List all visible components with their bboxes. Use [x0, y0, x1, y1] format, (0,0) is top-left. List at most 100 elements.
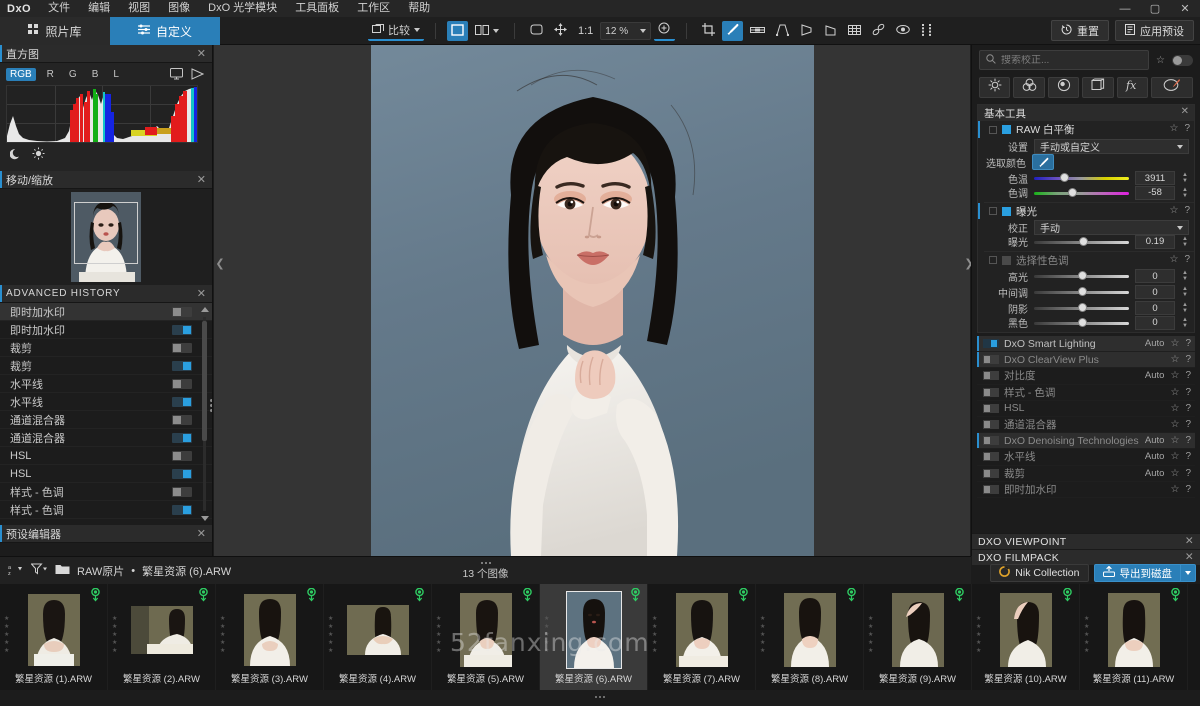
favorite-star-icon[interactable]: ☆ — [1170, 387, 1179, 398]
help-icon[interactable]: ? — [1185, 468, 1191, 479]
tool-toggle[interactable] — [983, 420, 999, 430]
tool-row-denoising[interactable]: DxO Denoising Technologies Auto ☆ ? — [977, 433, 1195, 450]
highlights-stepper[interactable]: ▲ ▼ — [1181, 270, 1189, 282]
checkbox-icon[interactable] — [989, 207, 997, 215]
favorite-star-icon[interactable]: ☆ — [1170, 419, 1179, 430]
filmstrip-item[interactable]: 繁星资源 (9).ARW ★ ★ ★ ★ ★ — [864, 584, 972, 690]
history-item[interactable]: 样式 - 色调 — [0, 501, 212, 519]
menu-item-optics[interactable]: DxO 光学模块 — [199, 0, 286, 17]
filmstrip[interactable]: 繁星资源 (1).ARW ★ ★ ★ ★ ★ 繁星资源 (2).ARW ★ ★ ★ ★ ★ 繁星… — [0, 584, 1200, 690]
category-detail-button[interactable] — [1047, 77, 1080, 98]
menu-item-edit[interactable]: 编辑 — [79, 0, 119, 17]
shadows-value[interactable]: 0 — [1135, 301, 1175, 315]
tool-row-hsl[interactable]: HSL ☆ ? — [977, 401, 1195, 417]
wb-temperature-stepper[interactable]: ▲ ▼ — [1181, 172, 1189, 184]
close-button[interactable]: ✕ — [1170, 0, 1200, 17]
tool-row-channel-mixer[interactable]: 通道混合器 ☆ ? — [977, 417, 1195, 434]
exposure-correction-select[interactable]: 手动 — [1034, 219, 1189, 235]
favorites-star-icon[interactable]: ☆ — [1156, 55, 1165, 66]
thumbnail[interactable] — [565, 591, 622, 669]
single-view-button[interactable] — [447, 21, 468, 41]
search-box[interactable] — [979, 50, 1150, 70]
histogram-channel-r[interactable]: R — [43, 68, 58, 81]
moon-icon[interactable] — [9, 147, 22, 165]
move-button[interactable] — [550, 21, 571, 41]
filmstrip-item[interactable]: 繁星资源 (1).ARW ★ ★ ★ ★ ★ — [0, 584, 108, 690]
minimize-button[interactable]: — — [1110, 0, 1140, 17]
rating-stars[interactable]: ★ ★ ★ ★ ★ — [436, 616, 441, 654]
filter-icon[interactable] — [30, 563, 48, 578]
wb-tint-stepper[interactable]: ▲ ▼ — [1181, 187, 1189, 199]
history-item[interactable]: HSL — [0, 465, 212, 483]
help-icon[interactable]: ? — [1184, 254, 1190, 265]
checkbox-icon[interactable] — [989, 125, 997, 134]
maximize-button[interactable]: ▢ — [1140, 0, 1170, 17]
tool-row-style-toning[interactable]: 样式 - 色调 ☆ ? — [977, 385, 1195, 401]
grid-tool-button[interactable] — [844, 21, 865, 41]
exposure-header[interactable]: 曝光 ☆ ? — [978, 202, 1194, 219]
checkbox-icon[interactable] — [989, 256, 997, 264]
fit-ratio-button[interactable]: 1:1 — [574, 21, 597, 41]
wb-eyedropper-button[interactable] — [1032, 154, 1054, 170]
close-icon[interactable]: ✕ — [1185, 535, 1194, 547]
wb-tint-slider[interactable] — [1034, 187, 1129, 199]
wb-temperature-slider[interactable] — [1034, 172, 1129, 184]
sort-az-icon[interactable]: az — [8, 563, 24, 579]
tool-toggle[interactable] — [983, 452, 999, 462]
thumbnail[interactable] — [130, 606, 193, 654]
wb-temperature-value[interactable]: 3911 — [1135, 171, 1175, 185]
tool-row-clearview-plus[interactable]: DxO ClearView Plus ☆ ? — [977, 352, 1195, 369]
scrollbar-thumb[interactable] — [202, 321, 207, 441]
menu-item-panels[interactable]: 工具面板 — [286, 0, 348, 17]
nik-collection-button[interactable]: Nik Collection — [990, 564, 1089, 582]
help-icon[interactable]: ? — [1185, 435, 1191, 446]
help-icon[interactable]: ? — [1185, 387, 1191, 398]
filmstrip-item[interactable]: 繁星资源 (3).ARW ★ ★ ★ ★ ★ — [216, 584, 324, 690]
history-item-toggle[interactable] — [172, 325, 192, 335]
history-item-toggle[interactable] — [172, 469, 192, 479]
thumbnail[interactable] — [675, 593, 728, 667]
redeye-tool-button[interactable] — [892, 21, 914, 41]
rating-stars[interactable]: ★ ★ ★ ★ ★ — [4, 616, 9, 654]
raw-white-balance-header[interactable]: RAW 白平衡 ☆ ? — [978, 121, 1194, 138]
sun-icon[interactable] — [32, 147, 45, 165]
tool-toggle[interactable] — [983, 371, 999, 381]
apply-preset-button[interactable]: 应用预设 — [1115, 20, 1194, 41]
history-item[interactable]: 裁剪 — [0, 357, 212, 375]
favorite-star-icon[interactable]: ☆ — [1169, 254, 1178, 265]
history-item[interactable]: 通道混合器 — [0, 411, 212, 429]
history-item-toggle[interactable] — [172, 451, 192, 461]
filmstrip-item-selected[interactable]: 繁星资源 (6).ARW ★ ★ ★ ★ ★ — [540, 584, 648, 690]
history-item-toggle[interactable] — [172, 487, 192, 497]
filmstrip-item[interactable]: 繁星资源 (11).ARW ★ ★ ★ ★ ★ — [1080, 584, 1188, 690]
tool-toggle[interactable] — [983, 484, 999, 494]
panel-resize-grip[interactable] — [210, 399, 212, 412]
history-item-toggle[interactable] — [172, 361, 192, 371]
navigator-thumbnail[interactable] — [71, 192, 141, 282]
history-item-toggle[interactable] — [172, 379, 192, 389]
menu-item-file[interactable]: 文件 — [39, 0, 79, 17]
mask-tool-button[interactable] — [917, 21, 937, 41]
filmstrip-item[interactable]: 繁星资源 (7).ARW ★ ★ ★ ★ ★ — [648, 584, 756, 690]
favorite-star-icon[interactable]: ☆ — [1170, 468, 1179, 479]
filmstrip-item[interactable]: 繁星资源 (2).ARW ★ ★ ★ ★ ★ — [108, 584, 216, 690]
help-icon[interactable]: ? — [1185, 419, 1191, 430]
keystone-tool-button[interactable] — [796, 21, 817, 41]
close-icon[interactable]: ✕ — [197, 527, 206, 540]
move-zoom-body[interactable] — [0, 189, 212, 285]
menu-item-workspace[interactable]: 工作区 — [348, 0, 399, 17]
history-list[interactable]: 即时加水印 即时加水印 裁剪 裁剪 水平线 水平线 通道混合器 通道混合器 HS… — [0, 303, 212, 525]
exposure-value[interactable]: 0.19 — [1135, 234, 1175, 249]
tool-toggle[interactable] — [983, 355, 999, 365]
help-icon[interactable]: ? — [1185, 484, 1191, 495]
selective-tone-header[interactable]: 选择性色调 ☆ ? — [984, 251, 1194, 268]
tool-row-contrast[interactable]: 对比度 Auto ☆ ? — [977, 368, 1195, 385]
tool-row-smart-lighting[interactable]: DxO Smart Lighting Auto ☆ ? — [977, 336, 1195, 353]
favorite-star-icon[interactable]: ☆ — [1170, 370, 1179, 381]
exposure-stepper[interactable]: ▲ ▼ — [1181, 236, 1189, 248]
midtones-slider[interactable] — [1034, 286, 1129, 298]
tab-customize[interactable]: 自定义 — [110, 17, 220, 45]
history-item[interactable]: 样式 - 色调 — [0, 483, 212, 501]
split-view-button[interactable] — [471, 21, 503, 41]
history-item[interactable]: HSL — [0, 447, 212, 465]
